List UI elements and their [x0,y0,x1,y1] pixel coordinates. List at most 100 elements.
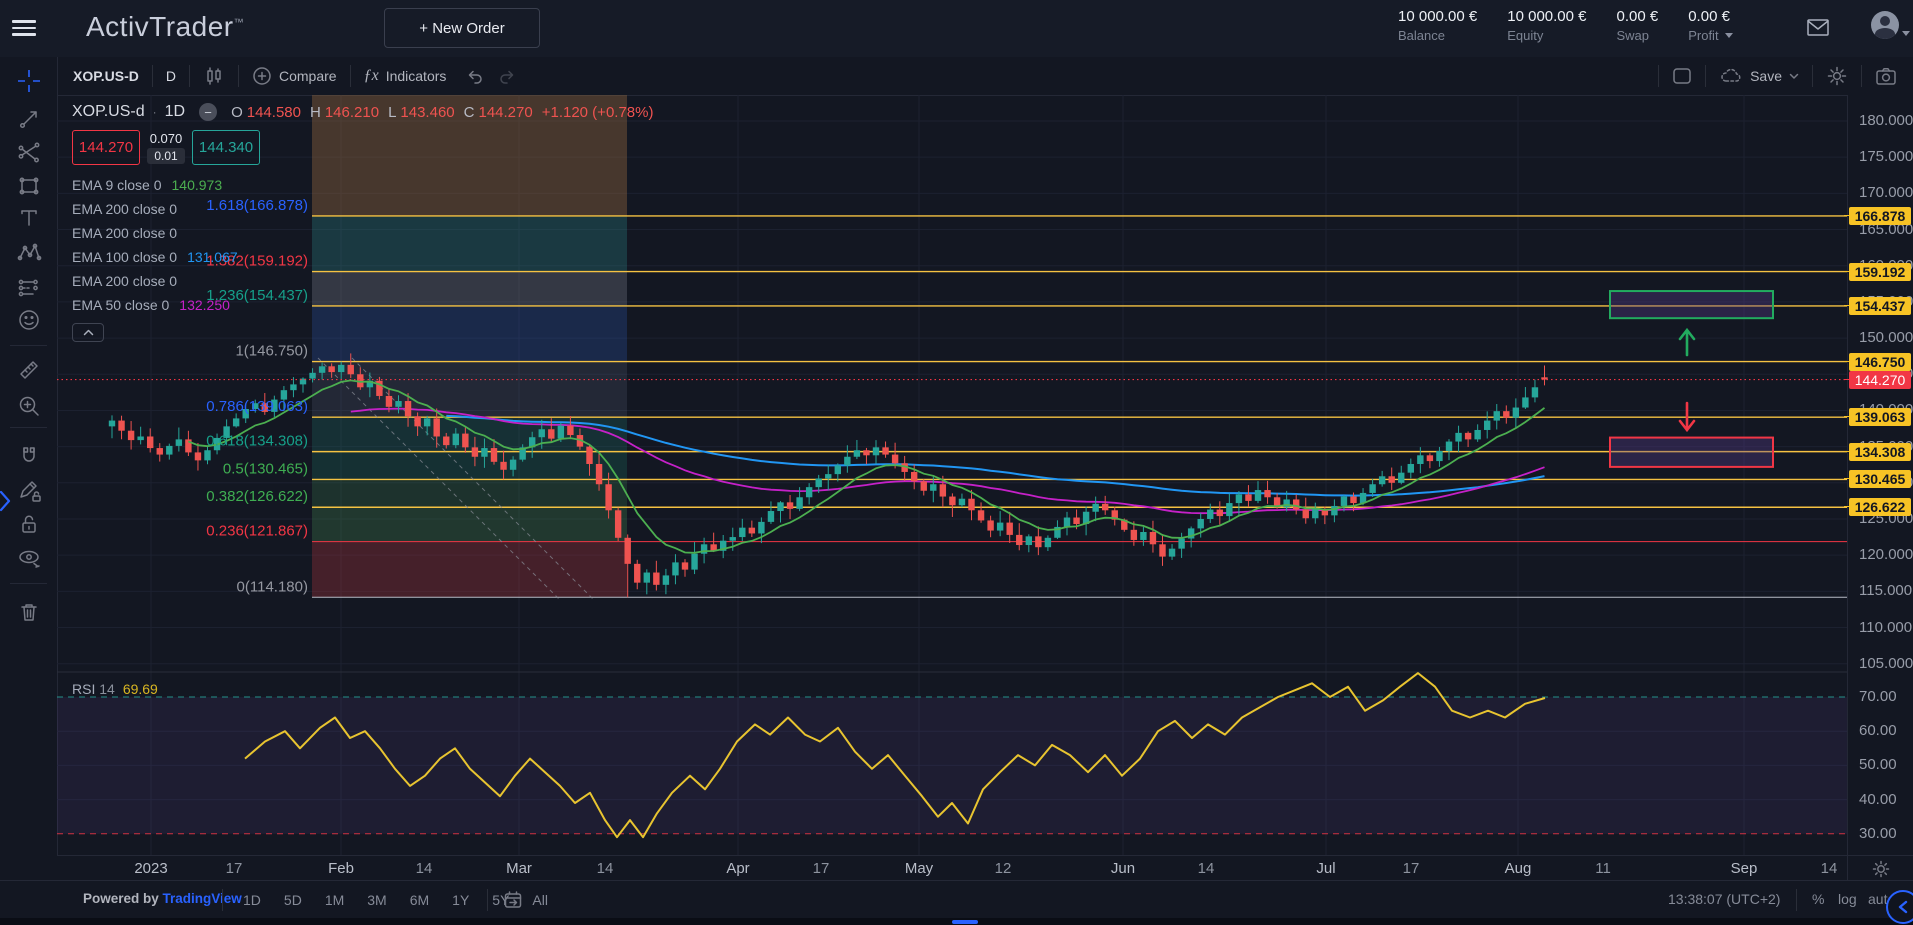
time-label: 11 [1595,860,1611,877]
rsi-title: RSI 14 [72,681,115,697]
crosshair-tool[interactable] [16,68,42,94]
screenshot-button[interactable] [1862,57,1913,95]
indicators-button[interactable]: ƒx Indicators [351,57,460,95]
indicator-row[interactable]: EMA 50 close 0132.250 [72,293,653,317]
fib-label: 0.236(121.867) [206,523,308,540]
bottom-bar: Powered by TradingView 1D5D1M3M6M1Y5YAll… [0,880,1913,919]
fib-label: 1(146.750) [235,343,308,360]
magnet-tool[interactable] [16,443,42,469]
time-label: Aug [1505,860,1532,877]
rail-divider [10,427,47,428]
price-tag: 154.437 [1849,297,1911,315]
range-button-3M[interactable]: 3M [360,889,393,911]
layout-select-button[interactable] [1659,57,1705,95]
open-panel-chevron[interactable] [0,488,12,514]
measure-tool[interactable] [16,357,42,383]
indicator-row[interactable]: EMA 200 close 0 [72,269,653,293]
metric-profit: 0.00 €Profit [1688,8,1732,43]
avatar[interactable] [1871,11,1899,39]
collapse-panel-button[interactable] [1886,890,1913,924]
save-layout-button[interactable]: Save [1706,57,1812,95]
range-button-5D[interactable]: 5D [277,889,309,911]
user-caret-icon [1902,31,1910,36]
top-bar: ActivTrader™ + New Order 10 000.00 €Bala… [0,0,1913,58]
app-logo: ActivTrader™ [86,11,244,43]
redo-button[interactable] [491,57,523,95]
symbol-search-button[interactable]: XOP.US-D [57,57,152,95]
buy-button[interactable]: 144.340 [192,130,260,165]
xabcd-pattern-tool[interactable] [16,239,42,265]
emoji-tool[interactable] [16,307,42,333]
price-tick: 115.000 [1859,583,1912,599]
chart-toolbar: XOP.US-D D Compare ƒx Indicators [57,57,1913,96]
remove-drawings-tool[interactable] [16,599,42,625]
indicator-row[interactable]: EMA 100 close 0131.067 [72,245,653,269]
bottom-scroll-thumb[interactable] [952,920,978,924]
indicator-row[interactable]: EMA 9 close 0140.973 [72,173,653,197]
fx-icon: ƒx [364,67,379,85]
menu-icon[interactable] [12,16,36,36]
log-scale-button[interactable]: log [1838,891,1857,907]
go-to-date-button[interactable] [503,890,523,910]
text-tool[interactable] [16,205,42,231]
hide-series-button[interactable]: − [199,103,217,121]
price-tag: 134.308 [1849,443,1911,461]
tradingview-link[interactable]: TradingView [163,891,242,906]
undo-button[interactable] [459,57,491,95]
prediction-tool[interactable] [16,275,42,301]
clock[interactable]: 13:38:07 (UTC+2) [1668,891,1780,907]
lock-all-tool[interactable] [16,511,42,537]
range-button-6M[interactable]: 6M [403,889,436,911]
range-button-1D[interactable]: 1D [236,889,268,911]
shapes-tool[interactable] [16,173,42,199]
drawing-edit-lock-tool[interactable] [16,477,42,503]
profit-caret-icon[interactable] [1725,33,1733,38]
time-label: May [905,860,933,877]
target-zone[interactable] [1610,291,1773,318]
time-label: 12 [995,860,1012,877]
rsi-tick: 70.00 [1859,689,1897,705]
mail-icon[interactable] [1805,15,1831,41]
range-button-All[interactable]: All [525,889,555,911]
rsi-legend[interactable]: RSI 14 69.69 [72,681,158,697]
indicator-row[interactable]: EMA 200 close 0 [72,221,653,245]
range-button-1M[interactable]: 1M [318,889,351,911]
interval-button[interactable]: D [153,57,189,95]
sell-button[interactable]: 144.270 [72,130,140,165]
stop-zone[interactable] [1610,438,1773,467]
new-order-button[interactable]: + New Order [384,8,540,48]
down-arrow[interactable] [1680,403,1694,430]
hide-all-tool[interactable] [16,545,42,571]
axis-settings-corner[interactable] [1847,855,1913,881]
legend-interval: 1D [165,103,185,121]
time-axis[interactable]: 202317Feb14Mar14Apr17May12Jun14Jul17Aug1… [57,855,1847,881]
trademark: ™ [234,18,245,29]
chart-style-button[interactable] [190,57,238,95]
bottom-divider [1796,889,1797,911]
powered-by: Powered by TradingView [83,891,242,906]
percent-scale-button[interactable]: % [1812,891,1824,907]
user-menu[interactable] [1871,11,1910,39]
fib-tools[interactable] [16,139,42,165]
spread: 0.070 0.01 [140,130,192,165]
account-metrics: 10 000.00 €Balance10 000.00 €Equity0.00 … [1398,8,1733,43]
rsi-tick: 60.00 [1859,723,1897,739]
up-arrow[interactable] [1680,330,1694,355]
layout-square-icon [1672,67,1692,85]
price-axis[interactable]: 180.000175.000170.000165.000160.000155.0… [1847,95,1913,855]
metric-equity: 10 000.00 €Equity [1507,8,1586,43]
zoom-in-tool[interactable] [16,393,42,419]
indicator-row[interactable]: EMA 200 close 0 [72,197,653,221]
sun-icon [1872,860,1890,878]
legend-symbol[interactable]: XOP.US-d [72,103,145,121]
range-button-1Y[interactable]: 1Y [445,889,476,911]
fib-label: 0.5(130.465) [223,460,308,477]
compare-button[interactable]: Compare [239,57,350,95]
ohlc-key: L [388,104,396,121]
ohlc-value: 143.460 [400,104,454,121]
chart-settings-button[interactable] [1813,57,1861,95]
trend-line-tool[interactable] [16,105,42,131]
collapse-legend-button[interactable] [72,323,104,342]
ohlc-key: O [231,104,243,121]
activtrader-app: ActivTrader™ + New Order 10 000.00 €Bala… [0,0,1913,925]
